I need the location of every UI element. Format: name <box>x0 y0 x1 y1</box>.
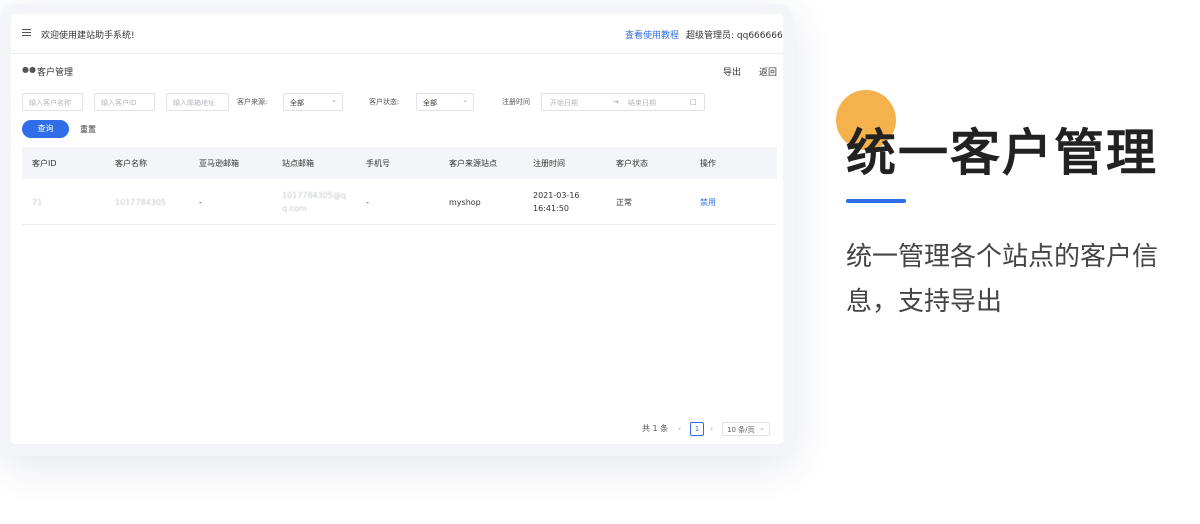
source-select-value: 全部 <box>290 99 304 107</box>
cell-site-email: 1017784305@q q.com <box>282 189 346 215</box>
column-header: 客户状态 <box>616 159 648 168</box>
status-label: 客户状态: <box>369 98 400 106</box>
page-title: 客户管理 <box>37 68 74 78</box>
users-icon: ●● <box>22 65 36 74</box>
pagination-total: 共 1 条 <box>642 424 669 433</box>
source-select[interactable]: 全部 ⌄ <box>283 93 343 111</box>
column-header: 操作 <box>700 159 716 168</box>
column-header: 客户名称 <box>115 159 147 168</box>
chevron-down-icon: ⌄ <box>462 96 468 104</box>
table-row: 71 1017784305 - 1017784305@q q.com - mysh… <box>22 179 777 225</box>
export-button[interactable]: 导出 <box>723 65 741 78</box>
chevron-down-icon: ⌄ <box>759 424 765 432</box>
back-button[interactable]: 返回 <box>759 65 777 78</box>
promo-description: 统一管理各个站点的客户信息，支持导出 <box>846 242 1159 317</box>
cell-site-email-line2: q.com <box>282 204 307 213</box>
arrow-right-icon: → <box>613 98 619 106</box>
customer-name-input[interactable]: 输入客户名称 <box>22 93 83 111</box>
page-size-select[interactable]: 10 条/页 ⌄ <box>722 422 770 436</box>
reset-button[interactable]: 重置 <box>80 124 96 135</box>
status-select[interactable]: 全部 ⌄ <box>416 93 474 111</box>
column-header: 客户ID <box>32 159 57 168</box>
cell-amazon-email: - <box>199 198 202 207</box>
cell-source-site: myshop <box>449 198 481 207</box>
status-select-value: 全部 <box>423 99 437 107</box>
query-button[interactable]: 查询 <box>22 120 69 138</box>
cell-register-date: 2021-03-16 <box>533 191 580 200</box>
tutorial-link[interactable]: 查看使用教程 <box>625 28 679 41</box>
cell-status: 正常 <box>616 198 632 207</box>
customer-id-input[interactable]: 输入客户ID <box>94 93 155 111</box>
column-header: 站点邮箱 <box>282 159 314 168</box>
start-date-placeholder: 开始日期 <box>550 99 578 107</box>
cell-phone: - <box>366 198 369 207</box>
column-header: 手机号 <box>366 159 390 168</box>
disable-button[interactable]: 禁用 <box>700 196 716 209</box>
device-frame: 欢迎使用建站助手系统! 查看使用教程 超级管理员: qq666666 ●● 客户… <box>0 4 794 456</box>
email-input[interactable]: 输入邮箱地址 <box>166 93 229 111</box>
menu-icon[interactable] <box>22 29 31 36</box>
app-screen: 欢迎使用建站助手系统! 查看使用教程 超级管理员: qq666666 ●● 客户… <box>11 14 783 444</box>
cell-customer-name: 1017784305 <box>115 198 166 207</box>
page-header: ●● 客户管理 导出 返回 <box>11 55 783 83</box>
date-range-picker[interactable]: 开始日期 → 结束日期 □ <box>541 93 705 111</box>
chevron-left-icon[interactable]: ‹ <box>678 424 681 433</box>
welcome-text: 欢迎使用建站助手系统! <box>41 31 135 41</box>
page-size-value: 10 条/页 <box>727 426 755 434</box>
top-bar: 欢迎使用建站助手系统! 查看使用教程 超级管理员: qq666666 <box>11 14 783 54</box>
cell-register-time: 2021-03-16 16:41:50 <box>533 189 580 215</box>
page-number-current[interactable]: 1 <box>690 422 704 436</box>
cell-customer-id: 71 <box>32 198 43 207</box>
chevron-right-icon[interactable]: › <box>710 424 713 433</box>
register-time-label: 注册时间 <box>502 98 530 106</box>
cell-site-email-line1: 1017784305@q <box>282 191 346 200</box>
admin-label: 超级管理员: qq666666 <box>686 31 783 41</box>
source-label: 客户来源: <box>237 98 268 106</box>
accent-underline <box>846 199 906 203</box>
column-header: 注册时间 <box>533 159 565 168</box>
column-header: 客户来源站点 <box>449 159 497 168</box>
cell-register-clock: 16:41:50 <box>533 204 569 213</box>
chevron-down-icon: ⌄ <box>331 96 337 104</box>
column-header: 亚马逊邮箱 <box>199 159 239 168</box>
end-date-placeholder: 结束日期 <box>628 99 656 107</box>
promo-title: 统一客户管理 <box>846 124 1158 182</box>
calendar-icon: □ <box>690 98 697 106</box>
table-header: 客户ID 客户名称 亚马逊邮箱 站点邮箱 手机号 客户来源站点 注册时间 客户状… <box>22 147 777 179</box>
